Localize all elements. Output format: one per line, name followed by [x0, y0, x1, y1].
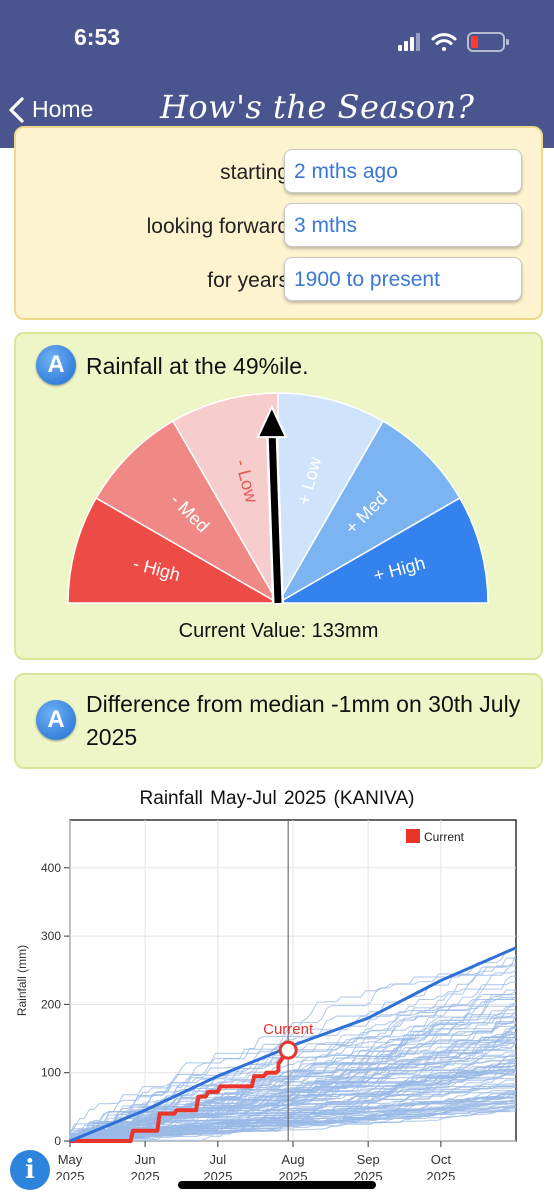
- x-tick-label: Jul: [210, 1152, 227, 1167]
- battery-icon: [467, 32, 509, 52]
- setting-row-looking-forward: looking forward 3 mths: [16, 203, 541, 249]
- settings-panel: starting 2 mths ago looking forward 3 mt…: [14, 126, 543, 320]
- setting-label: looking forward: [146, 215, 289, 238]
- status-time: 6:53: [74, 24, 121, 50]
- looking-forward-field[interactable]: 3 mths: [284, 203, 522, 247]
- setting-label: for years: [207, 269, 289, 292]
- x-tick-label: 2025: [279, 1169, 308, 1180]
- answer-badge-icon[interactable]: A: [36, 700, 76, 740]
- back-label: Home: [32, 96, 94, 122]
- legend-label: Current: [424, 830, 465, 844]
- rainfall-card: A Rainfall at the 49%ile. - High - Med - L…: [14, 332, 543, 660]
- current-point-marker: [278, 1040, 298, 1060]
- x-tick-label: Aug: [281, 1152, 304, 1167]
- x-tick-label: 2025: [354, 1169, 383, 1180]
- setting-label: starting: [220, 161, 289, 184]
- setting-row-starting: starting 2 mths ago: [16, 149, 541, 195]
- x-tick-label: May: [58, 1152, 83, 1167]
- current-value-text: Current Value: 133mm: [178, 620, 379, 642]
- setting-row-years: for years 1900 to present: [16, 257, 541, 303]
- wifi-icon: [431, 33, 457, 51]
- x-tick-label: 2025: [203, 1169, 232, 1180]
- legend-swatch: [406, 829, 420, 843]
- x-tick-label: Oct: [431, 1152, 452, 1167]
- y-axis-label: Rainfall (mm): [15, 945, 29, 1016]
- page-title: How's the Season?: [160, 88, 475, 126]
- rainfall-gauge: - High- Med- Low + Low+ Med+ High: [67, 392, 489, 606]
- y-tick-label: 300: [41, 929, 61, 943]
- home-indicator: [178, 1181, 376, 1189]
- y-tick-label: 200: [41, 997, 61, 1011]
- back-button[interactable]: Home: [8, 96, 93, 123]
- rainfall-percentile-title: Rainfall at the 49%ile.: [86, 353, 309, 379]
- x-tick-label: Sep: [357, 1152, 380, 1167]
- info-icon[interactable]: i: [10, 1150, 50, 1190]
- y-tick-label: 400: [41, 861, 61, 875]
- system-status-icons: [398, 32, 509, 52]
- current-point-label: Current: [263, 1021, 314, 1038]
- signal-icon: [398, 33, 420, 51]
- x-tick-label: 2025: [56, 1169, 85, 1180]
- chevron-left-icon: [9, 96, 24, 123]
- starting-field[interactable]: 2 mths ago: [284, 149, 522, 193]
- x-tick-label: Jun: [135, 1152, 156, 1167]
- y-tick-label: 0: [54, 1134, 61, 1148]
- x-tick-label: 2025: [426, 1169, 455, 1180]
- rainfall-chart: 0 100 200 300 400 May 2025 Jun 2025 Jul 2025 Aug 202…: [15, 819, 517, 1180]
- y-tick-label: 100: [41, 1066, 61, 1080]
- years-field[interactable]: 1900 to present: [284, 257, 522, 301]
- x-tick-label: 2025: [131, 1169, 160, 1180]
- difference-card: A Difference from median -1mm on 30th Ju…: [14, 673, 543, 769]
- difference-text: Difference from median -1mm on 30th July…: [86, 691, 521, 750]
